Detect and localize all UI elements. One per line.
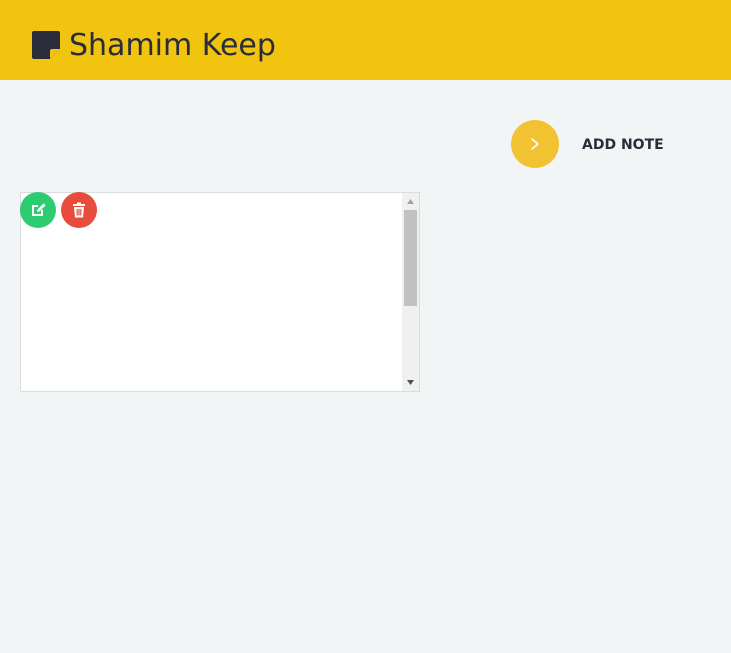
add-note-circle[interactable] (511, 120, 559, 168)
scroll-up-arrow-icon[interactable] (402, 193, 419, 210)
trash-icon (73, 202, 85, 218)
app-title: Shamim Keep (69, 28, 276, 63)
app-header: Shamim Keep (0, 0, 731, 80)
edit-icon (32, 203, 46, 216)
scroll-down-arrow-icon[interactable] (402, 374, 419, 391)
delete-note-button[interactable] (61, 192, 97, 228)
app-root: Shamim Keep ADD NOTE (0, 0, 731, 653)
scroll-thumb[interactable] (404, 210, 417, 306)
add-note-label[interactable]: ADD NOTE (582, 136, 664, 154)
note-scrollbar[interactable] (402, 193, 419, 391)
sticky-note-icon (32, 31, 60, 59)
edit-note-button[interactable] (20, 192, 56, 228)
add-note-button[interactable]: ADD NOTE (511, 120, 681, 168)
chevron-right-icon (531, 138, 539, 150)
